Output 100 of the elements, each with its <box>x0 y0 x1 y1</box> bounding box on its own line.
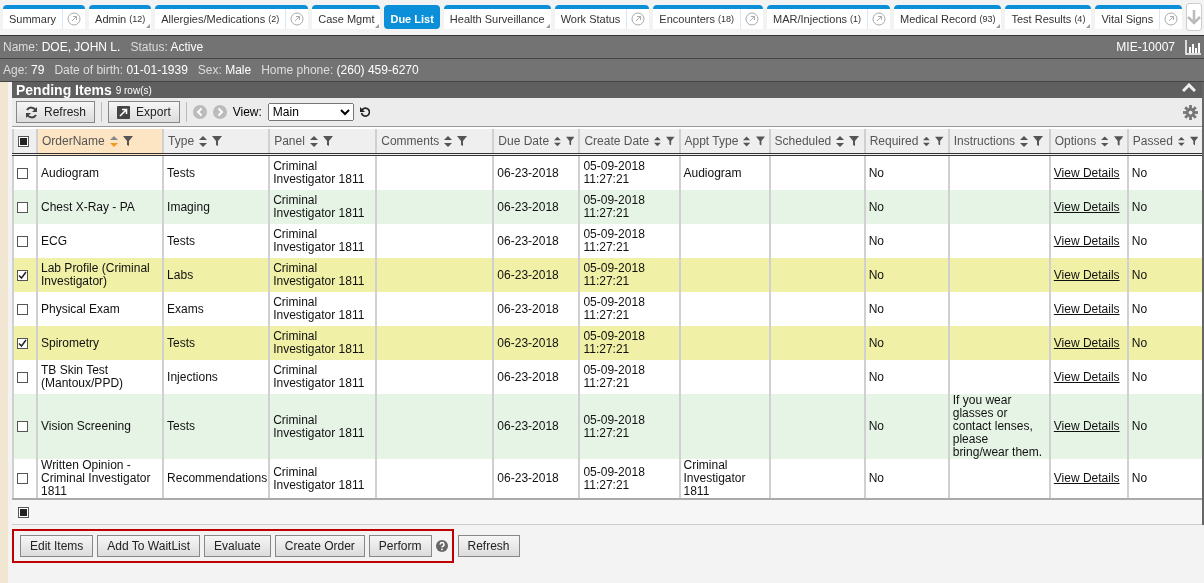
table-cell: No <box>868 267 884 282</box>
column-header[interactable]: Scheduled <box>769 129 865 155</box>
settings-icon[interactable] <box>1183 104 1198 120</box>
tab[interactable]: Health Surveillance <box>443 5 551 29</box>
sort-icon[interactable] <box>1101 135 1109 147</box>
filter-icon[interactable] <box>122 136 133 146</box>
view-details-link[interactable]: View Details <box>1053 165 1120 180</box>
view-select[interactable]: Main <box>267 103 354 121</box>
filter-icon[interactable] <box>1033 136 1044 146</box>
action-button[interactable]: Add To WaitList <box>97 535 201 557</box>
filter-icon[interactable] <box>322 136 333 146</box>
table-cell: Chest X-Ray - PA <box>41 199 135 214</box>
table-cell: Criminal Investigator 1811 <box>273 412 365 440</box>
column-header[interactable]: Panel <box>269 129 377 155</box>
select-all-checkbox[interactable] <box>18 506 29 518</box>
panel-title: Pending Items <box>16 82 112 98</box>
table-cell: Criminal Investigator 1811 <box>273 329 365 356</box>
table-cell: No <box>1131 419 1148 433</box>
table-cell: 06-23-2018 <box>497 301 559 316</box>
select-all-checkbox[interactable] <box>18 136 29 148</box>
row-checkbox[interactable] <box>17 337 28 349</box>
sort-icon[interactable] <box>1020 135 1029 147</box>
column-header[interactable]: Passed <box>1127 129 1202 155</box>
action-button[interactable]: Evaluate <box>204 535 271 557</box>
table-cell: No <box>1131 165 1148 180</box>
row-checkbox[interactable] <box>17 303 28 315</box>
tab[interactable]: Medical Record (93) <box>894 5 1002 29</box>
tab[interactable]: Case Mgmt <box>312 5 381 29</box>
sort-icon[interactable] <box>923 135 931 147</box>
filter-icon[interactable] <box>849 136 860 146</box>
row-checkbox[interactable] <box>17 235 28 247</box>
tab[interactable]: Work Status <box>554 5 650 29</box>
tab[interactable]: Test Results (4) <box>1005 5 1092 29</box>
table-cell: 05-09-2018 11:27:21 <box>583 329 645 356</box>
tab[interactable]: Admin (12) <box>89 5 152 29</box>
table-cell: No <box>868 335 884 350</box>
refresh-icon <box>25 105 38 119</box>
table-cell: No <box>868 199 884 214</box>
patient-field: Date of birth: 01-01-1939 <box>54 63 188 77</box>
table-cell: No <box>1131 233 1148 248</box>
sort-icon[interactable] <box>836 135 845 147</box>
row-checkbox[interactable] <box>17 201 28 213</box>
filter-icon[interactable] <box>457 136 468 146</box>
sort-icon[interactable] <box>554 135 561 147</box>
view-details-link[interactable]: View Details <box>1053 233 1120 248</box>
table-cell: 06-23-2018 <box>497 419 559 433</box>
filter-icon[interactable] <box>665 136 675 146</box>
row-checkbox[interactable] <box>17 421 28 433</box>
table-cell: No <box>868 165 884 180</box>
filter-icon[interactable] <box>935 136 944 146</box>
view-details-link[interactable]: View Details <box>1053 471 1120 485</box>
sort-icon[interactable] <box>109 135 118 147</box>
row-checkbox[interactable] <box>17 473 28 485</box>
tab[interactable]: Allergies/Medications (2) <box>155 5 309 29</box>
refresh-button[interactable]: Refresh <box>16 101 96 123</box>
column-header[interactable]: Comments <box>376 129 494 155</box>
action-button[interactable]: Edit Items <box>20 535 94 557</box>
sort-icon[interactable] <box>1177 135 1185 147</box>
action-button[interactable]: Create Order <box>274 535 365 557</box>
row-checkbox[interactable] <box>17 269 28 281</box>
column-header[interactable]: Required <box>864 129 949 155</box>
tab[interactable]: Encounters (18) <box>653 5 764 29</box>
table-cell: Criminal Investigator 1811 <box>273 464 365 492</box>
reset-icon[interactable] <box>359 107 370 117</box>
column-header[interactable]: Create Date <box>579 129 680 155</box>
column-header[interactable]: Instructions <box>948 129 1050 155</box>
table-cell: No <box>1131 301 1148 316</box>
filter-icon[interactable] <box>212 136 223 146</box>
column-header[interactable]: Due Date <box>493 129 580 155</box>
help-icon[interactable] <box>435 540 448 552</box>
sort-icon[interactable] <box>199 135 208 147</box>
bar-chart-icon[interactable] <box>1185 39 1201 55</box>
view-details-link[interactable]: View Details <box>1053 419 1120 433</box>
table-cell: ECG <box>41 233 68 248</box>
column-header[interactable]: Type <box>163 129 270 155</box>
view-details-link[interactable]: View Details <box>1053 369 1120 384</box>
sort-icon[interactable] <box>444 135 453 147</box>
sort-icon[interactable] <box>654 135 661 147</box>
row-checkbox[interactable] <box>17 371 28 383</box>
tab[interactable]: Vital Signs <box>1095 5 1183 29</box>
tab[interactable]: MAR/Injections (1) <box>767 5 890 29</box>
collapse-chevron-icon[interactable] <box>1182 83 1196 92</box>
table-cell: Tests <box>167 165 196 180</box>
filter-icon[interactable] <box>1113 136 1123 146</box>
view-details-link[interactable]: View Details <box>1053 301 1120 316</box>
action-button[interactable]: Refresh <box>457 535 520 557</box>
sort-icon[interactable] <box>309 135 318 147</box>
tab[interactable]: Summary <box>3 5 86 29</box>
table-cell: No <box>868 301 884 316</box>
column-header[interactable]: OrderName <box>37 129 164 155</box>
sort-icon[interactable] <box>743 135 751 147</box>
filter-icon[interactable] <box>1189 136 1198 146</box>
export-button[interactable]: Export <box>108 101 180 123</box>
filter-icon[interactable] <box>565 136 575 146</box>
row-checkbox[interactable] <box>17 167 28 179</box>
action-button[interactable]: Perform <box>368 535 432 557</box>
filter-icon[interactable] <box>755 136 765 146</box>
column-header[interactable]: Options <box>1049 129 1128 155</box>
column-header[interactable]: Appt Type <box>679 129 770 155</box>
tab[interactable]: Due List <box>384 5 440 29</box>
